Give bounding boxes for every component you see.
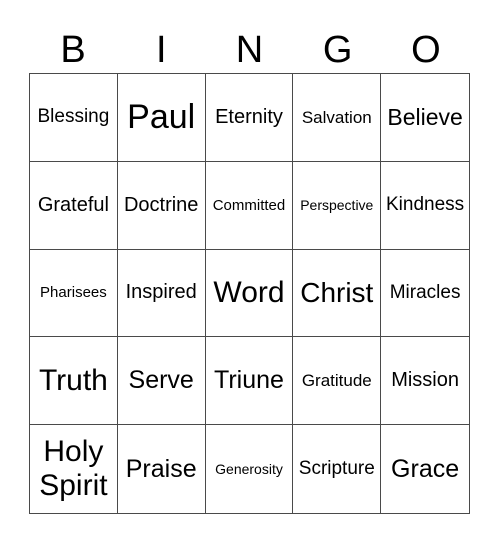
bingo-cell[interactable]: Word [205, 249, 294, 338]
header-letter-o: O [411, 29, 441, 71]
bingo-cell[interactable]: Doctrine [117, 161, 206, 250]
bingo-cell[interactable]: Believe [381, 74, 469, 162]
bingo-header: B I N G O [29, 28, 470, 72]
bingo-cell[interactable]: Pharisees [30, 249, 118, 338]
header-letter-n: N [235, 29, 264, 71]
bingo-cell[interactable]: Generosity [206, 425, 294, 513]
header-letter-i: I [156, 29, 167, 71]
bingo-cell[interactable]: Gratitude [293, 337, 382, 426]
bingo-cell[interactable]: Mission [381, 337, 469, 426]
bingo-cell[interactable]: Blessing [30, 74, 118, 162]
bingo-cell[interactable]: Holy Spirit [30, 425, 118, 513]
bingo-cell[interactable]: Serve [117, 337, 206, 426]
bingo-cell[interactable]: Kindness [381, 162, 469, 250]
bingo-cell[interactable]: Praise [118, 425, 206, 513]
bingo-cell[interactable]: Grace [381, 425, 469, 513]
bingo-cell[interactable]: Salvation [293, 74, 382, 162]
bingo-cell[interactable]: Eternity [205, 74, 294, 162]
bingo-cell[interactable]: Truth [30, 337, 118, 426]
bingo-cell[interactable]: Scripture [293, 425, 382, 513]
bingo-cell[interactable]: Grateful [30, 161, 118, 250]
bingo-cell[interactable]: Perspective [293, 161, 382, 250]
bingo-cell[interactable]: Triune [205, 337, 294, 426]
header-letter-g: G [322, 29, 353, 71]
bingo-grid: Blessing Paul Eternity Salvation Believe… [29, 73, 470, 514]
bingo-cell[interactable]: Miracles [381, 250, 469, 338]
bingo-cell[interactable]: Inspired [117, 249, 206, 338]
bingo-cell[interactable]: Paul [117, 74, 206, 162]
header-letter-b: B [60, 29, 86, 71]
bingo-cell[interactable]: Christ [293, 249, 382, 338]
bingo-cell[interactable]: Committed [205, 161, 294, 250]
